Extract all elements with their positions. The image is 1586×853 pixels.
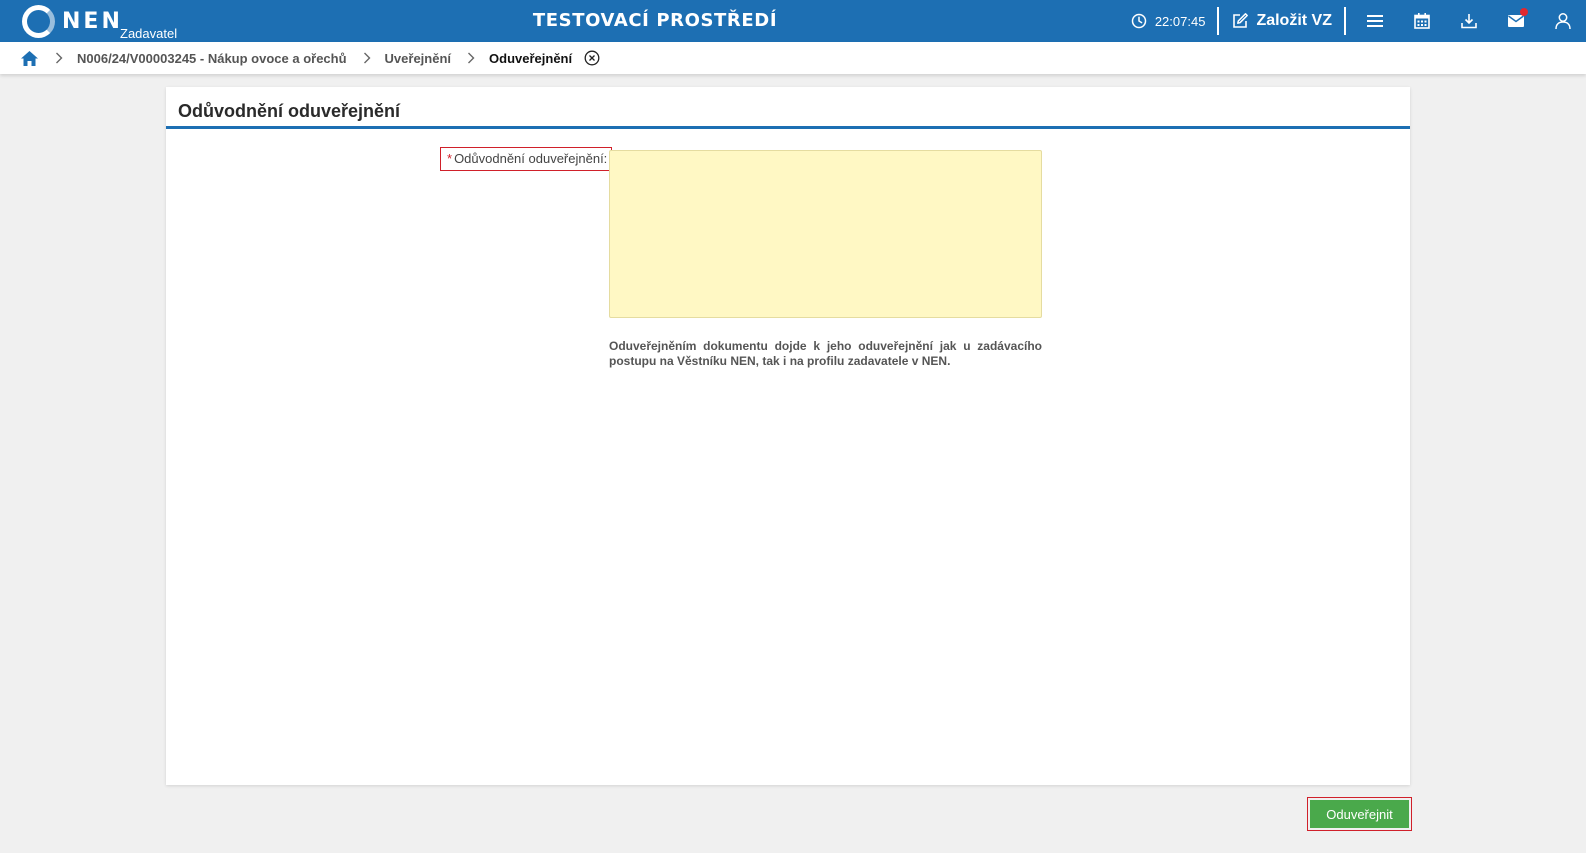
breadcrumb-item-procurement[interactable]: N006/24/V00003245 - Nákup ovoce a ořechů bbox=[77, 51, 347, 66]
required-mark: * bbox=[447, 151, 453, 166]
justification-label: * Odůvodnění oduveřejnění: bbox=[440, 147, 613, 171]
download-button[interactable] bbox=[1445, 0, 1492, 42]
session-clock: 22:07:45 bbox=[1131, 13, 1218, 29]
page-title: Odůvodnění oduveřejnění bbox=[178, 101, 401, 121]
breadcrumb: N006/24/V00003245 - Nákup ovoce a ořechů… bbox=[0, 42, 1586, 74]
calendar-icon bbox=[1413, 13, 1430, 29]
justification-label-text: Odůvodnění oduveřejnění: bbox=[454, 151, 608, 166]
download-icon bbox=[1460, 14, 1477, 29]
top-right-toolbar: 22:07:45 Založit VZ bbox=[1131, 0, 1586, 42]
justification-hint: Oduveřejněním dokumentu dojde k jeho odu… bbox=[609, 339, 1042, 368]
chevron-right-icon bbox=[467, 52, 475, 64]
menu-button[interactable] bbox=[1351, 0, 1398, 42]
breadcrumb-item-current: Oduveřejnění bbox=[489, 50, 573, 66]
close-circle-icon bbox=[584, 50, 600, 66]
calendar-button[interactable] bbox=[1398, 0, 1445, 42]
create-vz-label: Založit VZ bbox=[1256, 12, 1332, 29]
unpublish-button[interactable]: Oduveřejnit bbox=[1310, 800, 1409, 828]
clock-icon bbox=[1131, 13, 1147, 29]
home-icon bbox=[21, 50, 38, 66]
notification-badge bbox=[1520, 8, 1528, 16]
justification-textarea[interactable] bbox=[609, 150, 1042, 318]
form-card: Odůvodnění oduveřejnění * Odůvodnění oduv… bbox=[166, 87, 1410, 785]
submit-button-frame: Oduveřejnit bbox=[1307, 797, 1412, 831]
mail-icon bbox=[1507, 15, 1524, 27]
breadcrumb-item-publication[interactable]: Uveřejnění bbox=[385, 51, 451, 66]
clock-time: 22:07:45 bbox=[1154, 13, 1206, 29]
divider bbox=[1344, 7, 1346, 35]
user-icon bbox=[1554, 13, 1571, 30]
user-button[interactable] bbox=[1539, 0, 1586, 42]
breadcrumb-close-button[interactable] bbox=[584, 50, 600, 66]
environment-title: TESTOVACÍ PROSTŘEDÍ bbox=[532, 10, 778, 31]
edit-icon bbox=[1233, 13, 1249, 28]
top-bar: NEN Zadavatel TESTOVACÍ PROSTŘEDÍ 22:07:… bbox=[0, 0, 1586, 42]
card-header: Odůvodnění oduveřejnění bbox=[166, 87, 1410, 129]
chevron-right-icon bbox=[363, 52, 371, 64]
breadcrumb-home[interactable] bbox=[20, 50, 39, 67]
mail-button[interactable] bbox=[1492, 0, 1539, 42]
create-vz-button[interactable]: Založit VZ bbox=[1219, 12, 1344, 30]
chevron-right-icon bbox=[55, 52, 63, 64]
menu-icon bbox=[1366, 15, 1383, 27]
